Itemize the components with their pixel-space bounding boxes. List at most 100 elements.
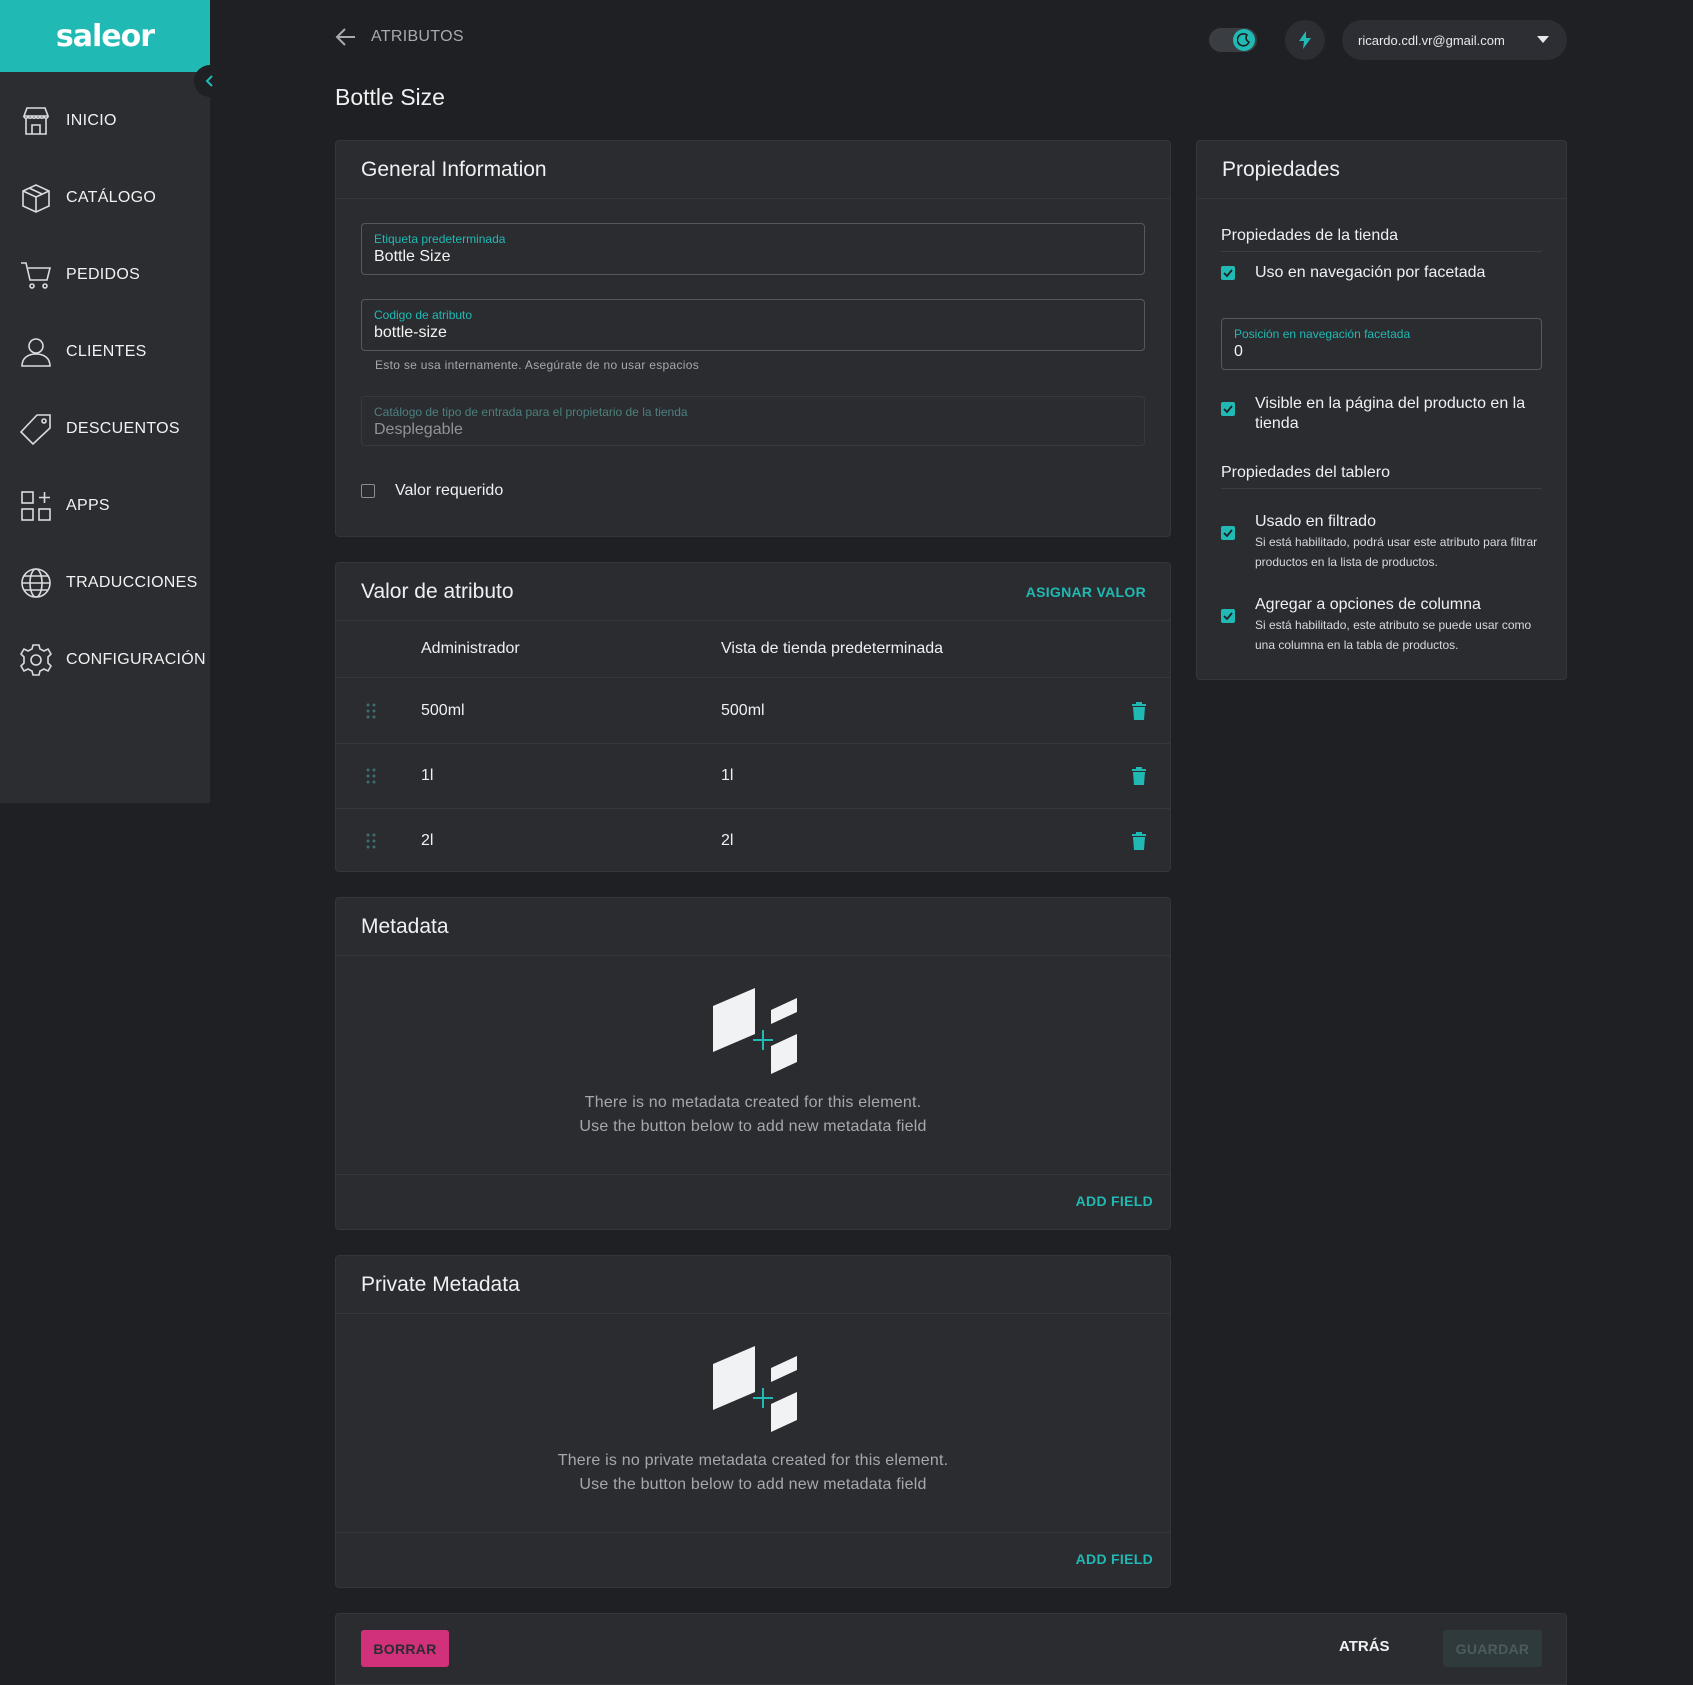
save-bar: BORRAR ATRÁS GUARDAR — [335, 1613, 1567, 1685]
sidebar-item-traducciones[interactable]: TRADUCCIONES — [0, 544, 210, 621]
user-menu[interactable]: ricardo.cdl.vr@gmail.com — [1342, 20, 1567, 60]
faceted-navigation-checkbox[interactable]: Uso en navegación por facetada — [1221, 263, 1546, 283]
add-field-button[interactable]: ADD FIELD — [1076, 1551, 1153, 1567]
card-header: Private Metadata — [336, 1256, 1170, 1314]
card-header: Valor de atributo ASIGNAR VALOR — [336, 563, 1170, 621]
sidebar-item-label: APPS — [66, 496, 110, 514]
sidebar-item-catalogo[interactable]: CATÁLOGO — [0, 159, 210, 236]
navigator-button[interactable] — [1285, 20, 1325, 60]
checkbox-text: Uso en navegación por facetada — [1255, 263, 1485, 283]
default-label-field[interactable]: Etiqueta predeterminada Bottle Size — [361, 223, 1145, 275]
sidebar-item-inicio[interactable]: INICIO — [0, 82, 210, 159]
input-type-field: Catálogo de tipo de entrada para el prop… — [361, 396, 1145, 446]
faceted-position-field[interactable]: Posición en navegación facetada 0 — [1221, 318, 1542, 370]
sidebar-item-descuentos[interactable]: DESCUENTOS — [0, 390, 210, 467]
metadata-empty-state: There is no metadata created for this el… — [336, 988, 1170, 1139]
checkbox-checked-icon — [1221, 526, 1235, 540]
checkbox-text: Usado en filtrado Si está habilitado, po… — [1255, 512, 1546, 572]
trash-icon[interactable] — [1132, 766, 1146, 785]
trash-icon[interactable] — [1132, 831, 1146, 850]
column-header-storefront: Vista de tienda predeterminada — [721, 640, 944, 657]
back-to-attributes-link[interactable]: ATRIBUTOS — [335, 26, 464, 48]
drag-handle-icon[interactable] — [366, 768, 376, 784]
delete-button[interactable]: BORRAR — [361, 1630, 449, 1667]
table-row[interactable]: 500ml 500ml — [336, 678, 1170, 744]
sidebar-item-configuracion[interactable]: CONFIGURACIÓN — [0, 621, 210, 698]
save-button[interactable]: GUARDAR — [1443, 1630, 1542, 1667]
sidebar-item-label: CATÁLOGO — [66, 188, 157, 206]
tag-icon — [18, 411, 54, 447]
page-title: Bottle Size — [335, 84, 445, 110]
assign-value-button[interactable]: ASIGNAR VALOR — [1026, 584, 1146, 600]
column-option-checkbox[interactable]: Agregar a opciones de columna Si está ha… — [1221, 595, 1546, 655]
theme-toggle[interactable] — [1209, 28, 1257, 52]
checkbox-description: Si está habilitado, podrá usar este atri… — [1255, 535, 1538, 569]
checkbox-label: Agregar a opciones de columna — [1255, 596, 1481, 613]
card-header: Metadata — [336, 898, 1170, 956]
checkbox-description: Si está habilitado, este atributo se pue… — [1255, 618, 1532, 652]
empty-line-1: There is no metadata created for this el… — [584, 1094, 922, 1111]
general-information-card: General Information Etiqueta predetermin… — [335, 140, 1171, 537]
table-row[interactable]: 2l 2l — [336, 808, 1170, 873]
metadata-placeholder-icon — [713, 1346, 797, 1432]
sidebar-item-pedidos[interactable]: PEDIDOS — [0, 236, 210, 313]
add-field-button[interactable]: ADD FIELD — [1076, 1193, 1153, 1209]
sidebar-item-label: TRADUCCIONES — [66, 573, 198, 591]
metadata-card: Metadata There is no metadata created fo… — [335, 897, 1171, 1230]
field-label: Posición en navegación facetada — [1234, 327, 1411, 341]
attribute-code-helper: Esto se usa internamente. Asegúrate de n… — [375, 358, 700, 372]
checkbox-label: Usado en filtrado — [1255, 513, 1376, 530]
store-properties-heading: Propiedades de la tienda — [1221, 227, 1542, 252]
back-button[interactable]: ATRÁS — [1339, 1638, 1390, 1655]
empty-line-1: There is no private metadata created for… — [557, 1452, 949, 1469]
value-admin-cell: 500ml — [421, 701, 465, 719]
used-in-filtering-checkbox[interactable]: Usado en filtrado Si está habilitado, po… — [1221, 512, 1546, 572]
checkbox-text: Agregar a opciones de columna Si está ha… — [1255, 595, 1546, 655]
metadata-placeholder-icon — [713, 988, 797, 1074]
attribute-values-card: Valor de atributo ASIGNAR VALOR Administ… — [335, 562, 1171, 872]
card-title: General Information — [361, 157, 547, 181]
drag-handle-icon[interactable] — [366, 833, 376, 849]
field-value: 0 — [1234, 343, 1243, 360]
logo[interactable]: saleor — [0, 0, 210, 72]
field-label: Codigo de atributo — [374, 308, 473, 322]
checkbox-checked-icon — [1221, 609, 1235, 623]
gear-icon — [18, 642, 54, 678]
drag-handle-icon[interactable] — [366, 703, 376, 719]
sidebar-item-apps[interactable]: APPS — [0, 467, 210, 544]
sidebar-item-label: CONFIGURACIÓN — [66, 650, 206, 668]
field-value: Bottle Size — [374, 248, 451, 265]
checkbox-checked-icon — [1221, 266, 1235, 280]
value-store-cell: 1l — [721, 766, 734, 784]
store-icon — [18, 103, 54, 139]
sidebar-item-clientes[interactable]: CLIENTES — [0, 313, 210, 390]
field-label: Etiqueta predeterminada — [374, 232, 506, 246]
back-link-label: ATRIBUTOS — [371, 28, 464, 45]
card-title: Metadata — [361, 914, 449, 938]
checkbox-label: Visible en la página del producto en la … — [1255, 395, 1526, 432]
globe-icon — [18, 565, 54, 601]
arrow-left-icon — [335, 28, 355, 46]
logo-text: saleor — [55, 18, 155, 54]
attribute-code-field[interactable]: Codigo de atributo bottle-size — [361, 299, 1145, 351]
checkbox-label: Valor requerido — [395, 482, 504, 499]
apps-icon — [18, 488, 54, 524]
visible-on-product-page-checkbox[interactable]: Visible en la página del producto en la … — [1221, 394, 1546, 434]
lightning-icon — [1299, 31, 1311, 49]
column-header-admin: Administrador — [421, 640, 520, 657]
card-title: Private Metadata — [361, 1272, 520, 1296]
user-icon — [18, 334, 54, 370]
topbar: ATRIBUTOS ricardo.cdl.vr@gmail.com — [335, 20, 1567, 60]
moon-icon — [1233, 29, 1255, 51]
sidebar-nav: INICIO CATÁLOGO PEDIDOS CLIENTES DESCUEN… — [0, 82, 210, 698]
box-icon — [18, 180, 54, 216]
field-value: Desplegable — [374, 421, 463, 438]
card-footer: ADD FIELD — [336, 1532, 1170, 1587]
field-label: Catálogo de tipo de entrada para el prop… — [374, 405, 688, 419]
trash-icon[interactable] — [1132, 701, 1146, 720]
table-row[interactable]: 1l 1l — [336, 743, 1170, 809]
value-required-checkbox[interactable]: Valor requerido — [361, 482, 503, 500]
sidebar-collapse-button[interactable] — [194, 65, 226, 97]
properties-card: Propiedades Propiedades de la tienda Uso… — [1196, 140, 1567, 680]
sidebar-item-label: CLIENTES — [66, 342, 147, 360]
